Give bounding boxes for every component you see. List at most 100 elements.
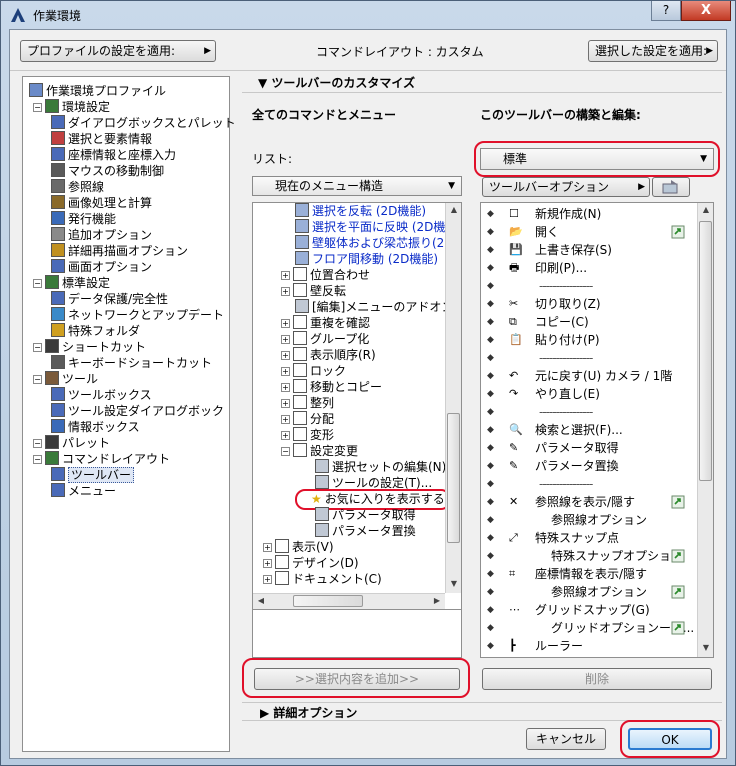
toolbar-item[interactable]: ◆ ✂ 切り取り(Z) (481, 295, 691, 313)
command-item[interactable]: パラメータ置換 (315, 523, 416, 539)
drag-handle-icon[interactable]: ◆ (487, 457, 494, 475)
tree-item[interactable]: − 標準設定 (33, 275, 110, 291)
toolbar-item[interactable]: ◆ ---------------- (481, 349, 691, 367)
scroll-down-icon[interactable]: ▼ (446, 579, 461, 588)
command-item[interactable]: + 重複を確認 (281, 315, 370, 331)
drag-handle-icon[interactable]: ◆ (487, 565, 494, 583)
toolbar-item[interactable]: ◆ ✎ パラメータ取得 (481, 439, 691, 457)
tree-item[interactable]: ツール設定ダイアログボック (51, 403, 224, 419)
command-item[interactable]: ★ お気に入りを表示する (311, 491, 445, 507)
command-item[interactable]: + ロック (281, 363, 346, 379)
tree-item[interactable]: 画面オプション (51, 259, 152, 275)
command-item[interactable]: + 変形 (281, 427, 334, 443)
tree-item[interactable]: ダイアログボックスとパレット (51, 115, 236, 131)
advanced-options-header[interactable]: ▶ 詳細オプション (260, 704, 357, 721)
toolbar-item[interactable]: ◆ ┣ ルーラー (481, 637, 691, 655)
expand-icon[interactable]: + (281, 319, 290, 328)
drag-handle-icon[interactable]: ◆ (487, 439, 494, 457)
expand-icon[interactable]: + (263, 543, 272, 552)
tree-item[interactable]: − ツール (33, 371, 98, 387)
command-item[interactable]: パラメータ取得 (315, 507, 416, 523)
command-item[interactable]: 壁躯体および梁芯振り(2 (295, 235, 444, 251)
scroll-right-icon[interactable]: ▶ (429, 596, 445, 605)
drag-handle-icon[interactable]: ◆ (487, 547, 494, 565)
command-item[interactable]: + 分配 (281, 411, 334, 427)
toolbar-item[interactable]: ◆ ⋯ グリッドスナップ(G) (481, 601, 691, 619)
expand-icon[interactable]: + (281, 431, 290, 440)
drag-handle-icon[interactable]: ◆ (487, 241, 494, 259)
toolbar-item[interactable]: ◆ ⤢ 特殊スナップ点 (481, 529, 691, 547)
command-item[interactable]: + デザイン(D) (263, 555, 359, 571)
expand-icon[interactable]: + (281, 415, 290, 424)
drag-handle-icon[interactable]: ◆ (487, 637, 494, 655)
toolbar-item[interactable]: ◆ ---------------- (481, 277, 691, 295)
drag-handle-icon[interactable]: ◆ (487, 385, 494, 403)
drag-handle-icon[interactable]: ◆ (487, 295, 494, 313)
commands-scroll-thumb[interactable] (447, 413, 460, 543)
drag-handle-icon[interactable]: ◆ (487, 511, 494, 529)
scroll-left-icon[interactable]: ◀ (253, 596, 269, 605)
command-item[interactable]: [編集]メニューのアドオンこ (295, 299, 461, 315)
command-item[interactable]: + 表示順序(R) (281, 347, 376, 363)
tree-item[interactable]: − パレット (33, 435, 110, 451)
expand-icon[interactable]: + (281, 271, 290, 280)
drag-handle-icon[interactable]: ◆ (487, 421, 494, 439)
close-button[interactable]: X (681, 1, 731, 21)
toolbar-vertical-scrollbar[interactable]: ▲ ▼ (697, 203, 713, 657)
tree-item[interactable]: − 環境設定 (33, 99, 110, 115)
toolbar-item[interactable]: ◆ 💾 上書き保存(S) (481, 241, 691, 259)
toolbar-item[interactable]: ◆ ☐ 新規作成(N) (481, 205, 691, 223)
command-item[interactable]: 選択を平面に反映 (2D機 (295, 219, 445, 235)
toolbar-item[interactable]: ◆ ↶ 元に戻す(U) カメラ / 1階 (481, 367, 691, 385)
command-item[interactable]: + グループ化 (281, 331, 369, 347)
customize-header[interactable]: ▼ ツールバーのカスタマイズ (258, 74, 415, 91)
command-item[interactable]: − 設定変更 (281, 443, 358, 459)
tree-item[interactable]: マウスの移動制御 (51, 163, 164, 179)
delete-button[interactable]: 削除 (482, 668, 712, 690)
scroll-up-icon[interactable]: ▲ (698, 205, 713, 214)
expand-icon[interactable]: + (281, 351, 290, 360)
expand-icon[interactable]: + (281, 399, 290, 408)
tree-item[interactable]: 情報ボックス (51, 419, 140, 435)
drag-handle-icon[interactable]: ◆ (487, 601, 494, 619)
add-selected-button[interactable]: >>選択内容を追加>> (254, 668, 460, 690)
scroll-down-icon[interactable]: ▼ (698, 643, 713, 652)
command-item[interactable]: + 整列 (281, 395, 334, 411)
drag-handle-icon[interactable]: ◆ (487, 223, 494, 241)
command-item[interactable]: + 移動とコピー (281, 379, 382, 395)
toolbar-item[interactable]: ◆ ✕ 参照線を表示/隠す (481, 493, 691, 511)
collapse-icon[interactable]: − (33, 103, 42, 112)
help-button[interactable]: ? (651, 1, 681, 21)
command-item[interactable]: + 壁反転 (281, 283, 346, 299)
toolbar-item[interactable]: ◆ ⌗ 座標情報を表示/隠す (481, 565, 691, 583)
tree-item[interactable]: ネットワークとアップデート (51, 307, 224, 323)
drag-handle-icon[interactable]: ◆ (487, 313, 494, 331)
collapse-icon[interactable]: − (33, 375, 42, 384)
command-item[interactable]: フロア間移動 (2D機能) (295, 251, 438, 267)
ok-button[interactable]: OK (628, 728, 712, 750)
expand-icon[interactable]: + (281, 287, 290, 296)
drag-handle-icon[interactable]: ◆ (487, 205, 494, 223)
toolbar-scroll-thumb[interactable] (699, 221, 712, 481)
drag-handle-icon[interactable]: ◆ (487, 493, 494, 511)
drag-handle-icon[interactable]: ◆ (487, 349, 494, 367)
tree-item[interactable]: ツールボックス (51, 387, 152, 403)
collapse-icon[interactable]: − (33, 455, 42, 464)
tree-item[interactable]: 発行機能 (51, 211, 116, 227)
tree-item[interactable]: 特殊フォルダ (51, 323, 140, 339)
toolbar-item[interactable]: ◆ 🖶 印刷(P)... (481, 259, 691, 277)
expand-icon[interactable]: − (281, 447, 290, 456)
toolbar-item[interactable]: ◆ ✎ パラメータ置換 (481, 457, 691, 475)
tree-item[interactable]: メニュー (51, 483, 116, 499)
export-toolbar-button[interactable] (652, 177, 690, 197)
tree-item[interactable]: − コマンドレイアウト (33, 451, 170, 467)
drag-handle-icon[interactable]: ◆ (487, 529, 494, 547)
command-item[interactable]: + 位置合わせ (281, 267, 370, 283)
toolbar-item[interactable]: ◆ ---------------- (481, 403, 691, 421)
drag-handle-icon[interactable]: ◆ (487, 277, 494, 295)
drag-handle-icon[interactable]: ◆ (487, 619, 494, 637)
apply-selected-button[interactable]: 選択した設定を適用: ▶ (588, 40, 718, 62)
toolbar-item[interactable]: ◆ ⧉ コピー(C) (481, 313, 691, 331)
toolbar-select[interactable]: 標準 ▼ (480, 148, 714, 170)
drag-handle-icon[interactable]: ◆ (487, 259, 494, 277)
